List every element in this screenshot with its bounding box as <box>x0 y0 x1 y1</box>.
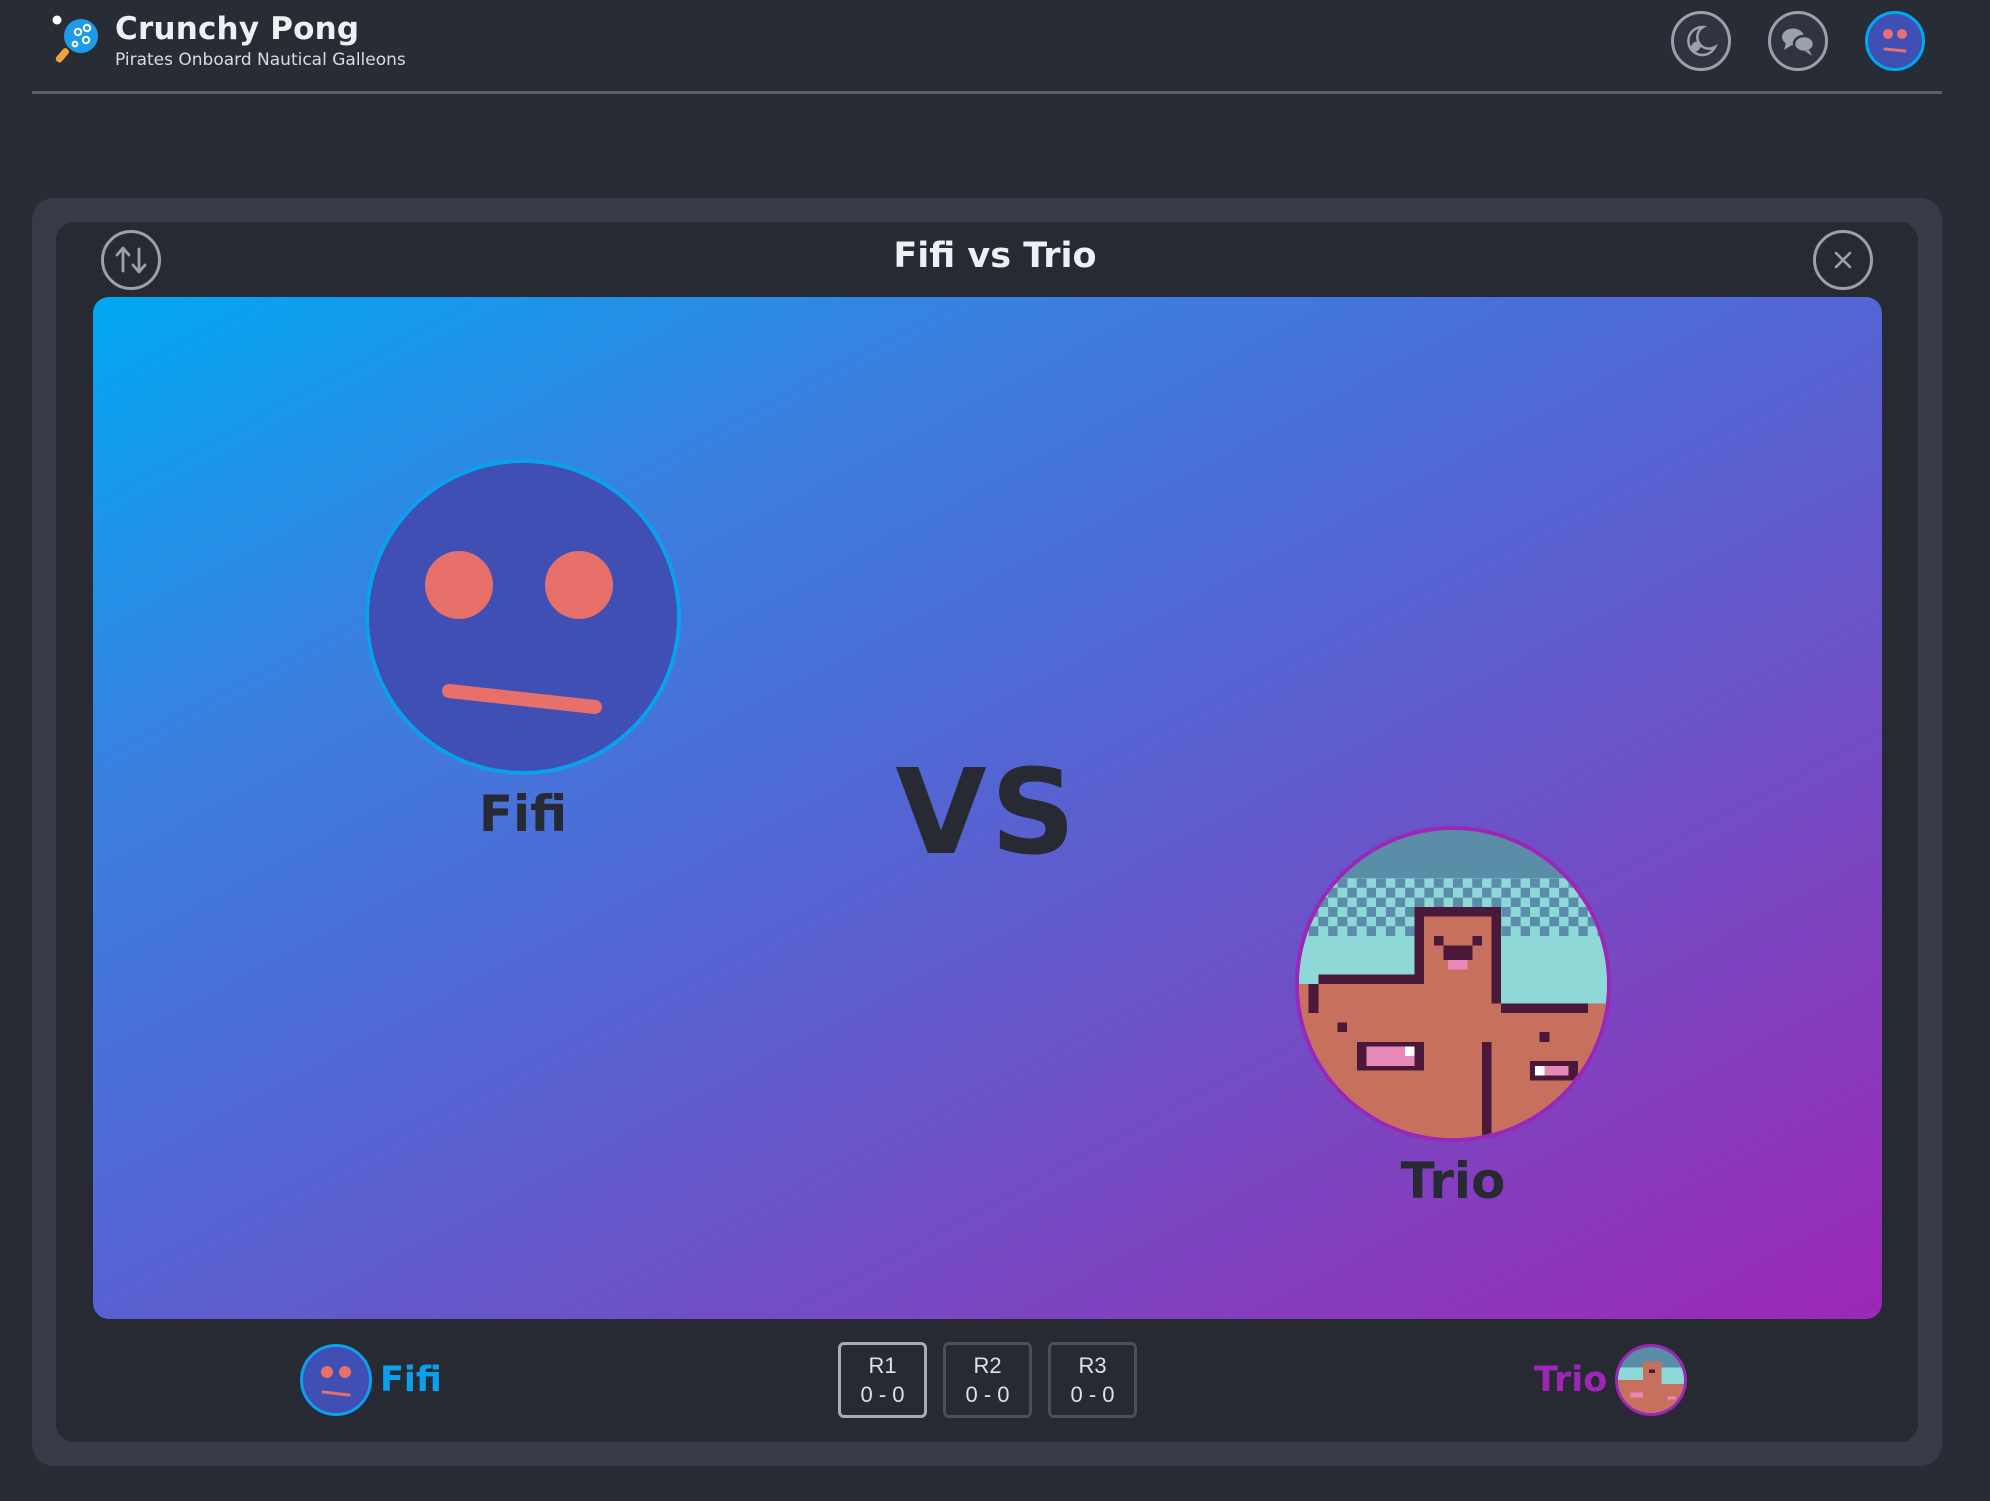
player1-avatar-small <box>300 1344 372 1416</box>
round-tab-r2[interactable]: R2 0 - 0 <box>943 1342 1032 1418</box>
player1-name-small: Fifi <box>380 1360 442 1400</box>
versus-arena: Fifi VS Trio <box>93 297 1882 1319</box>
neutral-face-icon <box>321 1366 351 1397</box>
round-tab-r1[interactable]: R1 0 - 0 <box>838 1342 927 1418</box>
player2-name-large: Trio <box>1400 1152 1506 1210</box>
pixel-capybara-trio <box>1618 1347 1685 1413</box>
round-label: R2 <box>973 1353 1002 1378</box>
match-title: Fifi vs Trio <box>893 236 1097 276</box>
player2-avatar-small <box>1615 1344 1688 1416</box>
round-label: R1 <box>868 1353 897 1378</box>
user-avatar-button[interactable] <box>1865 11 1925 71</box>
round-score: 0 - 0 <box>860 1382 905 1407</box>
vs-label: VS <box>895 743 1080 881</box>
close-icon <box>1834 251 1852 269</box>
round-score: 0 - 0 <box>1070 1382 1115 1407</box>
theme-toggle-button[interactable] <box>1671 11 1731 71</box>
neutral-face-icon <box>1883 29 1907 53</box>
app-subtitle: Pirates Onboard Nautical Galleons <box>115 50 406 70</box>
chat-button[interactable] <box>1768 11 1828 71</box>
pixel-capybara-trio <box>1299 830 1607 1138</box>
player2-avatar-large <box>1295 826 1611 1142</box>
app-title: Crunchy Pong <box>115 11 360 47</box>
round-scores: R1 0 - 0 R2 0 - 0 R3 0 - 0 <box>838 1342 1137 1418</box>
round-label: R3 <box>1078 1353 1107 1378</box>
app-header: Crunchy Pong Pirates Onboard Nautical Ga… <box>32 0 1942 94</box>
ping-pong-paddle-icon[interactable] <box>50 14 102 66</box>
neutral-face-icon <box>425 551 613 714</box>
moon-icon <box>1687 25 1718 57</box>
chat-bubbles-icon <box>1782 28 1816 56</box>
round-tab-r3[interactable]: R3 0 - 0 <box>1048 1342 1137 1418</box>
round-score: 0 - 0 <box>965 1382 1010 1407</box>
close-button[interactable] <box>1813 230 1873 290</box>
player2-name-small: Trio <box>1534 1360 1608 1400</box>
player1-avatar-large <box>365 459 681 775</box>
player2-footer: Trio <box>1534 1344 1688 1416</box>
player1-footer: Fifi <box>300 1344 442 1416</box>
